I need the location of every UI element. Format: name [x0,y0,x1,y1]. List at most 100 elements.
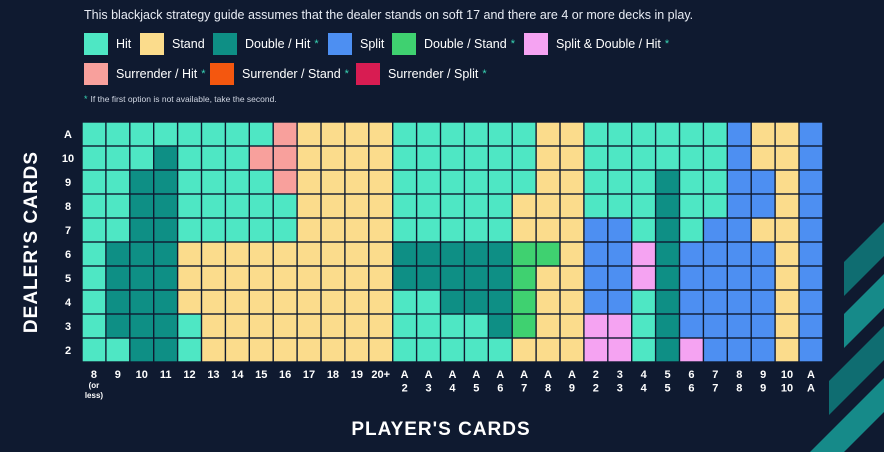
player-label: 14 [231,369,244,381]
cell-10-2 [130,146,153,170]
cell-10-3 [154,146,177,170]
cell-4-18 [512,290,536,314]
player-label: A [520,369,528,381]
y-axis-title: DEALER'S CARDS [21,150,42,334]
cell-A-29 [775,122,799,146]
cell-3-12 [369,314,392,338]
cell-8-29 [775,194,799,218]
cell-5-27 [728,266,751,290]
cell-9-9 [297,170,321,194]
player-label: 3 [617,383,623,395]
cell-A-2 [130,122,153,146]
cell-8-30 [799,194,823,218]
cell-5-7 [250,266,273,290]
cell-5-0 [82,266,106,290]
player-label: 5 [664,383,670,395]
cell-A-23 [632,122,655,146]
cell-7-21 [584,218,608,242]
cell-3-5 [202,314,225,338]
cell-9-14 [417,170,440,194]
cell-2-12 [369,338,392,362]
cell-5-18 [512,266,536,290]
cell-6-11 [345,242,369,266]
cell-5-8 [273,266,297,290]
cell-2-18 [512,338,536,362]
cell-10-24 [656,146,679,170]
player-label: A [807,383,815,395]
cell-A-7 [250,122,273,146]
cell-4-26 [704,290,727,314]
cell-6-17 [489,242,512,266]
cell-6-9 [297,242,321,266]
player-label: A [496,369,504,381]
cell-7-20 [560,218,584,242]
cell-6-15 [441,242,464,266]
cell-2-14 [417,338,440,362]
cell-3-21 [584,314,608,338]
cell-A-28 [751,122,775,146]
player-label: 10 [781,369,793,381]
cell-10-16 [465,146,488,170]
cell-9-26 [704,170,727,194]
cell-7-15 [441,218,464,242]
cell-5-1 [106,266,130,290]
cell-5-13 [393,266,416,290]
cell-A-9 [297,122,321,146]
cell-5-24 [656,266,679,290]
cell-7-3 [154,218,177,242]
player-label: 9 [760,383,766,395]
cell-5-6 [226,266,249,290]
cell-4-15 [441,290,464,314]
cell-3-0 [82,314,106,338]
cell-4-9 [297,290,321,314]
cell-9-29 [775,170,799,194]
cell-5-9 [297,266,321,290]
cell-7-27 [728,218,751,242]
cell-2-17 [489,338,512,362]
player-label: 16 [279,369,291,381]
cell-A-1 [106,122,130,146]
cell-10-14 [417,146,440,170]
cell-10-27 [728,146,751,170]
cell-3-13 [393,314,416,338]
cell-2-8 [273,338,297,362]
cell-2-16 [465,338,488,362]
cell-8-5 [202,194,225,218]
cell-6-6 [226,242,249,266]
cell-8-24 [656,194,679,218]
cell-3-4 [178,314,201,338]
cell-10-29 [775,146,799,170]
cell-8-13 [393,194,416,218]
cell-7-18 [512,218,536,242]
cell-10-20 [560,146,584,170]
cell-2-28 [751,338,775,362]
cell-9-25 [680,170,703,194]
cell-A-0 [82,122,106,146]
cell-8-19 [536,194,560,218]
player-label: 2 [593,369,599,381]
cell-9-6 [226,170,249,194]
cell-7-6 [226,218,249,242]
cell-10-11 [345,146,369,170]
cell-10-18 [512,146,536,170]
player-label: 8 [736,369,742,381]
cell-9-17 [489,170,512,194]
cell-5-11 [345,266,369,290]
cell-5-26 [704,266,727,290]
cell-6-19 [536,242,560,266]
cell-8-12 [369,194,392,218]
cell-7-7 [250,218,273,242]
cell-6-30 [799,242,823,266]
cell-3-30 [799,314,823,338]
cell-4-25 [680,290,703,314]
cell-6-13 [393,242,416,266]
cell-9-1 [106,170,130,194]
cell-2-9 [297,338,321,362]
cell-6-8 [273,242,297,266]
cell-7-16 [465,218,488,242]
cell-9-3 [154,170,177,194]
player-label: A [544,369,552,381]
cell-2-30 [799,338,823,362]
cell-2-23 [632,338,655,362]
cell-6-2 [130,242,153,266]
